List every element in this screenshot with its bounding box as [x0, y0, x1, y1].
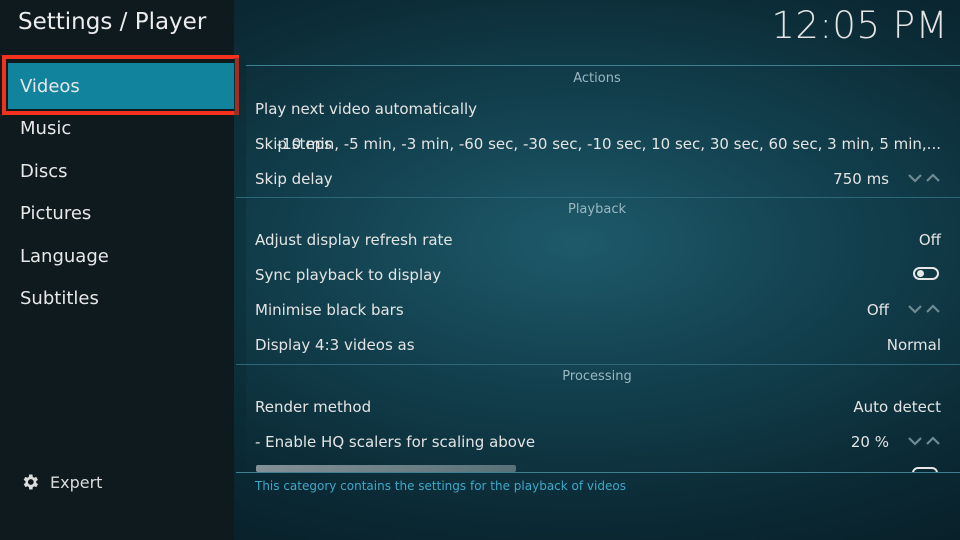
- setting-minimise-black-bars[interactable]: Minimise black bars Off: [255, 301, 941, 319]
- setting-value: Auto detect: [853, 398, 941, 416]
- chevron-up-icon[interactable]: [925, 303, 941, 315]
- expert-level-button[interactable]: Expert: [20, 472, 102, 492]
- sidebar-item-music[interactable]: Music: [20, 118, 71, 139]
- setting-skip-delay[interactable]: Skip delay 750 ms: [255, 170, 941, 188]
- clipped-setting-row[interactable]: [236, 464, 960, 472]
- chevron-down-icon[interactable]: [907, 435, 923, 447]
- panel-bottom-divider: [236, 472, 960, 473]
- setting-label: Play next video automatically: [255, 100, 478, 118]
- chevron-down-icon[interactable]: [907, 303, 923, 315]
- page-title: Settings / Player: [18, 9, 207, 35]
- gear-icon: [20, 472, 40, 492]
- setting-label: Sync playback to display: [255, 266, 442, 284]
- setting-hq-scalers[interactable]: - Enable HQ scalers for scaling above 20…: [255, 433, 941, 451]
- setting-play-next-video[interactable]: Play next video automatically: [255, 100, 941, 118]
- setting-display-4-3[interactable]: Display 4:3 videos as Normal: [255, 336, 941, 354]
- section-divider: [236, 364, 960, 365]
- setting-sync-playback[interactable]: Sync playback to display: [255, 266, 941, 284]
- clipped-label-fragment: [256, 465, 516, 472]
- section-header-actions: Actions: [573, 71, 621, 86]
- section-divider: [236, 197, 960, 198]
- setting-value: Normal: [886, 336, 941, 354]
- section-header-playback: Playback: [567, 202, 626, 217]
- setting-label: Render method: [255, 398, 372, 416]
- spinner-arrows: [907, 435, 941, 447]
- clock: 12:05 PM: [771, 4, 948, 47]
- sidebar-item-language[interactable]: Language: [20, 246, 109, 267]
- spinner-arrows: [907, 172, 941, 184]
- sidebar-item-pictures[interactable]: Pictures: [20, 203, 91, 224]
- expert-label: Expert: [50, 472, 103, 492]
- category-description: This category contains the settings for …: [255, 479, 626, 493]
- setting-label: Display 4:3 videos as: [255, 336, 415, 354]
- setting-adjust-refresh-rate[interactable]: Adjust display refresh rate Off: [255, 231, 941, 249]
- setting-label: Skip delay: [255, 170, 333, 188]
- setting-label: Minimise black bars: [255, 301, 404, 319]
- setting-skip-steps[interactable]: Skip steps -10 min, -5 min, -3 min, -60 …: [255, 135, 941, 153]
- setting-value: -10 min, -5 min, -3 min, -60 sec, -30 se…: [276, 135, 941, 153]
- panel-top-divider: [246, 65, 960, 66]
- highlight-annotation-box: [2, 55, 239, 115]
- setting-value: 20 %: [850, 433, 889, 451]
- setting-value: Off: [918, 231, 941, 249]
- setting-render-method[interactable]: Render method Auto detect: [255, 398, 941, 416]
- spinner-arrows: [907, 303, 941, 315]
- sidebar-item-subtitles[interactable]: Subtitles: [20, 288, 99, 309]
- setting-value: Off: [866, 301, 889, 319]
- chevron-up-icon[interactable]: [925, 172, 941, 184]
- toggle-switch[interactable]: [913, 267, 939, 280]
- setting-label: - Enable HQ scalers for scaling above: [255, 433, 536, 451]
- panel-scroll-gutter: [234, 58, 246, 470]
- chevron-up-icon[interactable]: [925, 435, 941, 447]
- section-header-processing: Processing: [562, 369, 632, 384]
- setting-label: Adjust display refresh rate: [255, 231, 453, 249]
- setting-value: 750 ms: [833, 170, 889, 188]
- sidebar-item-discs[interactable]: Discs: [20, 161, 68, 182]
- chevron-down-icon[interactable]: [907, 172, 923, 184]
